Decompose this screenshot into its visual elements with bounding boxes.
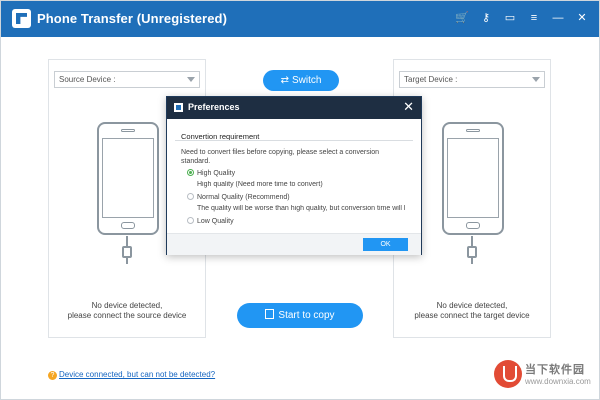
phone-screen [447,138,499,218]
source-message-line1: No device detected, [91,301,163,310]
help-link[interactable]: ? Device connected, but can not be detect… [48,370,215,380]
start-label: Start to copy [278,310,335,321]
radio-icon [187,217,194,224]
target-device-select[interactable]: Target Device : [399,71,545,88]
source-status-message: No device detected, please connect the s… [49,301,205,321]
radio-checked-icon [187,169,194,176]
chevron-down-icon [532,77,540,82]
option-label: High Quality [197,170,236,177]
phone-speaker [466,129,480,132]
watermark-title: 当下软件园 [525,364,585,376]
radio-icon [187,193,194,200]
target-message-line1: No device detected, [436,301,508,310]
cable-icon [126,236,128,246]
cart-icon[interactable]: 🛒 [455,11,469,25]
swap-icon: ⇄ [280,75,289,86]
key-icon[interactable]: ⚷ [479,11,493,25]
copy-icon [265,309,275,319]
section-divider [175,140,413,141]
target-phone-icon [442,122,504,235]
source-device-select[interactable]: Source Device : [54,71,200,88]
cable-icon [471,236,473,246]
dialog-title: Preferences [188,102,240,112]
feedback-icon[interactable]: ▭ [503,11,517,25]
preferences-dialog: Preferences ✕ Convertion requirement Nee… [166,96,422,255]
source-message-line2: please connect the source device [67,311,187,320]
menu-icon[interactable]: ≡ [527,11,541,25]
plug-tip [126,258,128,264]
watermark: 当下软件园 www.downxia.com [494,360,599,398]
phone-screen [102,138,154,218]
dialog-close-icon[interactable]: ✕ [403,100,414,114]
dialog-footer: OK [167,234,421,255]
phone-speaker [121,129,135,132]
title-bar: Phone Transfer (Unregistered) 🛒 ⚷ ▭ ≡ — … [1,1,599,37]
window-title: Phone Transfer (Unregistered) [37,11,227,26]
target-device-select-label: Target Device : [404,75,458,84]
phone-home-button [466,222,480,229]
ok-button[interactable]: OK [363,238,408,251]
question-icon: ? [48,371,57,380]
source-phone-icon [97,122,159,235]
minimize-icon[interactable]: — [551,11,565,25]
plug-icon [122,246,132,258]
chevron-down-icon [187,77,195,82]
start-to-copy-button[interactable]: Start to copy [237,303,363,328]
plug-tip [471,258,473,264]
watermark-logo-icon [494,360,522,388]
close-icon[interactable]: ✕ [575,11,589,25]
phone-home-button [121,222,135,229]
option-note: High quality (Need more time to convert) [197,181,323,188]
watermark-url: www.downxia.com [525,377,591,386]
option-normal-quality[interactable]: Normal Quality (Recommend) [187,193,290,201]
option-label: Low Quality [197,218,234,225]
app-window: Phone Transfer (Unregistered) 🛒 ⚷ ▭ ≡ — … [0,0,600,400]
target-status-message: No device detected, please connect the t… [394,301,550,321]
option-low-quality[interactable]: Low Quality [187,217,234,225]
section-description: Need to convert files before copying, pl… [181,149,380,165]
plug-icon [467,246,477,258]
option-note: The quality will be worse than high qual… [197,205,406,212]
preferences-icon [174,103,183,112]
app-logo-icon [12,9,31,28]
titlebar-controls: 🛒 ⚷ ▭ ≡ — ✕ [455,11,589,25]
switch-label: Switch [291,75,322,86]
target-message-line2: please connect the target device [414,311,530,320]
option-label: Normal Quality (Recommend) [197,194,290,201]
switch-button[interactable]: ⇄ Switch [263,70,339,91]
source-device-select-label: Source Device : [59,75,116,84]
dialog-header: Preferences ✕ [167,97,421,119]
option-high-quality[interactable]: High Quality [187,169,235,177]
help-link-text: Device connected, but can not be detecte… [59,370,216,379]
